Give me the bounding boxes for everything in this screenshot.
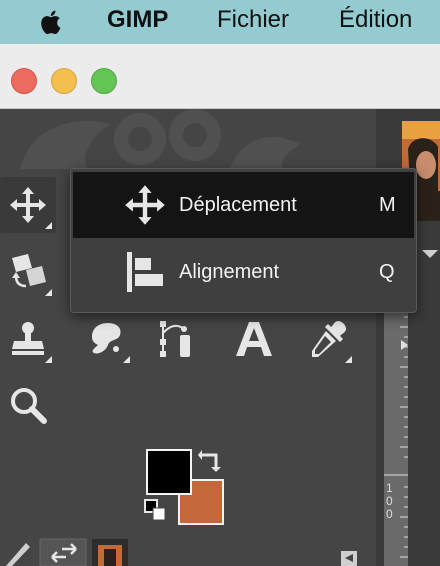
clone-stamp-icon (12, 322, 44, 355)
menu-bar: GIMP Fichier Édition (0, 0, 440, 44)
window-titlebar (0, 44, 440, 109)
menu-item-label: Déplacement (179, 194, 297, 216)
smudge-icon (92, 323, 121, 354)
tool-group-indicator (123, 356, 130, 363)
close-window-button[interactable] (11, 68, 37, 94)
menu-item-move[interactable]: Déplacement M (73, 172, 414, 238)
foreground-color-swatch[interactable] (146, 449, 192, 495)
maximize-window-button[interactable] (91, 68, 117, 94)
tool-group-indicator (45, 222, 52, 229)
apple-icon[interactable] (38, 8, 66, 36)
tool-group-indicator (45, 356, 52, 363)
unified-transform-icon (12, 254, 46, 288)
app-name-menu[interactable]: GIMP (107, 6, 168, 34)
zoom-tool[interactable] (0, 377, 56, 433)
ruler-digit: 1 (386, 481, 393, 495)
tool-group-indicator (345, 356, 352, 363)
paths-icon (160, 321, 190, 357)
ruler-digit: 0 (386, 507, 393, 521)
minimize-window-button[interactable] (51, 68, 77, 94)
scroll-down-icon[interactable] (420, 248, 440, 260)
swap-colors-icon[interactable] (198, 447, 224, 473)
menu-item-label: Alignement (179, 261, 280, 283)
smudge-tool[interactable] (78, 311, 134, 367)
clone-tool[interactable] (0, 311, 56, 367)
transform-tool[interactable] (0, 244, 56, 300)
move-icon (10, 187, 46, 223)
paths-tool[interactable] (146, 311, 202, 367)
tool-options-strip (6, 538, 357, 566)
color-picker-icon (312, 321, 346, 357)
ruler-digit: 0 (386, 494, 393, 508)
menu-item-align[interactable]: Alignement Q (73, 239, 414, 305)
align-icon (127, 252, 163, 292)
menu-edit[interactable]: Édition (339, 6, 412, 34)
move-icon (125, 185, 165, 225)
text-icon (236, 322, 272, 356)
wilber-logo (20, 109, 300, 169)
move-tool[interactable] (0, 177, 56, 233)
text-tool[interactable] (226, 311, 282, 367)
zoom-icon (11, 388, 47, 424)
shortcut-key: M (379, 194, 396, 216)
default-colors-icon[interactable] (144, 499, 168, 523)
color-picker-tool[interactable] (300, 311, 356, 367)
menu-file[interactable]: Fichier (217, 6, 289, 34)
shortcut-key: Q (379, 261, 395, 283)
tool-group-popup: Déplacement M Alignement Q (70, 168, 417, 313)
tool-group-indicator (45, 289, 52, 296)
